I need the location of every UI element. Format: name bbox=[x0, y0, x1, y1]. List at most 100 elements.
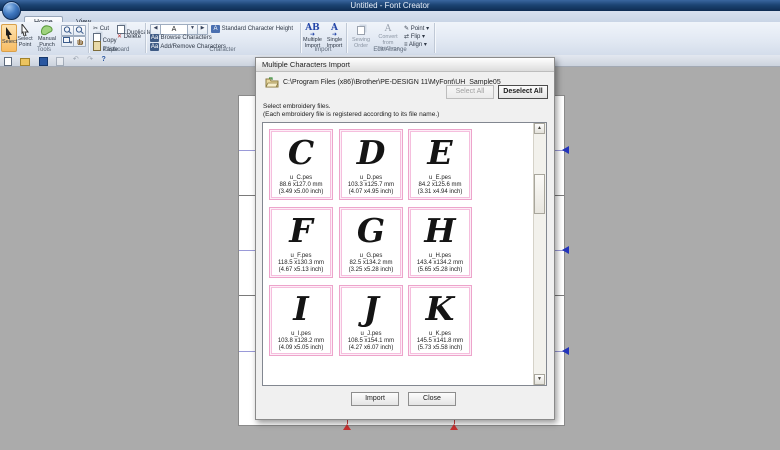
tile-size-mm: 145.5 x141.8 mm bbox=[409, 338, 471, 345]
ribbon-tab-row: Home View bbox=[0, 11, 780, 22]
scroll-down-button[interactable]: ▼ bbox=[534, 374, 545, 385]
browse-characters-icon: Aa bbox=[150, 34, 159, 42]
tile-filename: u_H.pes bbox=[409, 252, 471, 260]
sewing-order-button[interactable]: Sewing Order bbox=[349, 24, 373, 49]
open-file-icon[interactable] bbox=[20, 58, 30, 66]
point-icon: ✎ bbox=[404, 26, 409, 32]
tile-size-mm: 143.4 x134.2 mm bbox=[409, 260, 471, 267]
dialog-title: Multiple Characters Import bbox=[256, 58, 554, 72]
tools-group-label: Tools bbox=[0, 47, 88, 54]
character-tile[interactable]: Fu_F.pes118.5 x130.3 mm(4.67 x5.13 inch) bbox=[269, 207, 333, 278]
guide-handle-blue[interactable] bbox=[562, 146, 569, 154]
embroidery-file-list: Cu_C.pes88.6 x127.0 mm(3.49 x5.00 inch) … bbox=[262, 122, 547, 386]
character-tile[interactable]: Ju_J.pes108.5 x154.1 mm(4.27 x6.07 inch) bbox=[339, 285, 403, 356]
help-icon[interactable]: ? bbox=[101, 55, 105, 65]
scissors-icon: ✂ bbox=[93, 26, 98, 32]
multiple-import-button[interactable]: AB ➜ Multiple Import bbox=[302, 24, 323, 49]
select-all-button[interactable]: Select All bbox=[446, 85, 494, 99]
single-import-button[interactable]: A ➜ Single Import bbox=[324, 24, 345, 49]
character-glyph: H bbox=[409, 208, 471, 250]
tile-filename: u_G.pes bbox=[340, 252, 402, 260]
import-button[interactable]: Import bbox=[351, 392, 399, 406]
punch-shape-icon bbox=[40, 24, 54, 36]
cut-button[interactable]: ✂ Cut bbox=[93, 25, 109, 32]
select-point-button[interactable]: Select Point bbox=[16, 24, 34, 48]
zoom-out-button[interactable] bbox=[73, 25, 86, 36]
redo-icon[interactable]: ↷ bbox=[87, 55, 93, 65]
character-glyph: F bbox=[270, 208, 332, 250]
dropdown-icon: ▾ bbox=[426, 26, 429, 32]
tile-size-mm: 88.6 x127.0 mm bbox=[270, 182, 332, 189]
standard-character-height-icon: A bbox=[211, 25, 220, 33]
save-icon[interactable] bbox=[39, 57, 48, 66]
tile-size-inch: (5.65 x5.28 inch) bbox=[409, 267, 471, 274]
tile-filename: u_D.pes bbox=[340, 174, 402, 182]
standard-character-height-button[interactable]: A Standard Character Height bbox=[211, 25, 293, 33]
tile-size-mm: 108.5 x154.1 mm bbox=[340, 338, 402, 345]
cut-label: Cut bbox=[100, 26, 109, 32]
instruction-line-2: (Each embroidery file is registered acco… bbox=[263, 111, 439, 119]
multiple-characters-import-dialog: Multiple Characters Import C:\Program Fi… bbox=[255, 57, 555, 420]
zoom-area-icon bbox=[63, 37, 70, 43]
dropdown-icon: ▾ bbox=[70, 40, 73, 46]
flip-menu-button[interactable]: ⇄ Flip ▾ bbox=[404, 33, 425, 40]
tile-size-inch: (3.31 x4.94 inch) bbox=[409, 189, 471, 196]
tile-size-inch: (4.07 x4.95 inch) bbox=[340, 189, 402, 196]
zoom-out-icon bbox=[75, 26, 84, 34]
tile-size-mm: 118.5 x130.3 mm bbox=[270, 260, 332, 267]
up-arrow-icon: ▲ bbox=[537, 125, 542, 131]
right-arrow-icon: ▶ bbox=[201, 25, 205, 31]
tile-size-mm: 84.2 x125.6 mm bbox=[409, 182, 471, 189]
pan-hand-button[interactable] bbox=[73, 36, 86, 47]
font-creator-window: Untitled - Font Creator Home View Select… bbox=[0, 0, 780, 450]
browse-characters-button[interactable]: Aa Browse Characters bbox=[150, 34, 212, 42]
guide-handle-blue[interactable] bbox=[562, 246, 569, 254]
cursor-point-icon bbox=[20, 24, 30, 36]
application-menu-button[interactable] bbox=[2, 1, 21, 20]
tile-filename: u_C.pes bbox=[270, 174, 332, 182]
convert-truetype-icon: A bbox=[374, 24, 402, 34]
guide-handle-red[interactable] bbox=[343, 424, 351, 430]
import-group-label: Import bbox=[300, 47, 346, 54]
character-tile[interactable]: Gu_G.pes82.5 x134.2 mm(3.25 x5.28 inch) bbox=[339, 207, 403, 278]
guide-handle-red[interactable] bbox=[450, 424, 458, 430]
character-tile[interactable]: Ku_K.pes145.5 x141.8 mm(5.73 x5.58 inch) bbox=[408, 285, 472, 356]
new-document-icon[interactable] bbox=[4, 57, 12, 66]
point-label: Point bbox=[411, 26, 425, 32]
guide-handle-blue[interactable] bbox=[562, 347, 569, 355]
down-arrow-icon: ▼ bbox=[537, 376, 542, 382]
character-tile[interactable]: Cu_C.pes88.6 x127.0 mm(3.49 x5.00 inch) bbox=[269, 129, 333, 200]
scroll-up-button[interactable]: ▲ bbox=[534, 123, 545, 134]
close-button[interactable]: Close bbox=[408, 392, 456, 406]
select-tool-label: Select bbox=[2, 39, 16, 45]
character-glyph: K bbox=[409, 286, 471, 328]
edit-arrange-group-label: Edit/Arrange bbox=[346, 47, 434, 54]
deselect-all-button[interactable]: Deselect All bbox=[498, 85, 548, 99]
tile-filename: u_F.pes bbox=[270, 252, 332, 260]
character-glyph: J bbox=[340, 286, 402, 328]
tile-filename: u_I.pes bbox=[270, 330, 332, 338]
folder-icon bbox=[265, 77, 279, 88]
export-icon[interactable] bbox=[56, 57, 64, 66]
character-tile[interactable]: Hu_H.pes143.4 x134.2 mm(5.65 x5.28 inch) bbox=[408, 207, 472, 278]
character-glyph: G bbox=[340, 208, 402, 250]
scrollbar-thumb[interactable] bbox=[534, 174, 545, 214]
character-tile[interactable]: Iu_I.pes103.8 x128.2 mm(4.09 x5.05 inch) bbox=[269, 285, 333, 356]
manual-punch-button[interactable]: Manual Punch bbox=[35, 24, 59, 48]
character-tile[interactable]: Eu_E.pes84.2 x125.6 mm(3.31 x4.94 inch) bbox=[408, 129, 472, 200]
zoom-in-icon bbox=[63, 26, 72, 34]
character-group-label: Character bbox=[145, 47, 300, 54]
tile-filename: u_J.pes bbox=[340, 330, 402, 338]
delete-button[interactable]: ✕ Delete bbox=[117, 33, 141, 40]
list-scrollbar[interactable]: ▲ ▼ bbox=[533, 123, 546, 385]
tile-size-inch: (4.27 x6.07 inch) bbox=[340, 345, 402, 352]
flip-label: Flip bbox=[411, 34, 421, 40]
tile-filename: u_K.pes bbox=[409, 330, 471, 338]
undo-icon[interactable]: ↶ bbox=[73, 55, 79, 65]
tile-size-inch: (3.49 x5.00 inch) bbox=[270, 189, 332, 196]
point-menu-button[interactable]: ✎ Point ▾ bbox=[404, 25, 429, 32]
tile-size-inch: (5.73 x5.58 inch) bbox=[409, 345, 471, 352]
delete-icon: ✕ bbox=[117, 34, 122, 40]
sewing-order-icon bbox=[357, 26, 365, 35]
character-tile[interactable]: Du_D.pes103.3 x125.7 mm(4.07 x4.95 inch) bbox=[339, 129, 403, 200]
